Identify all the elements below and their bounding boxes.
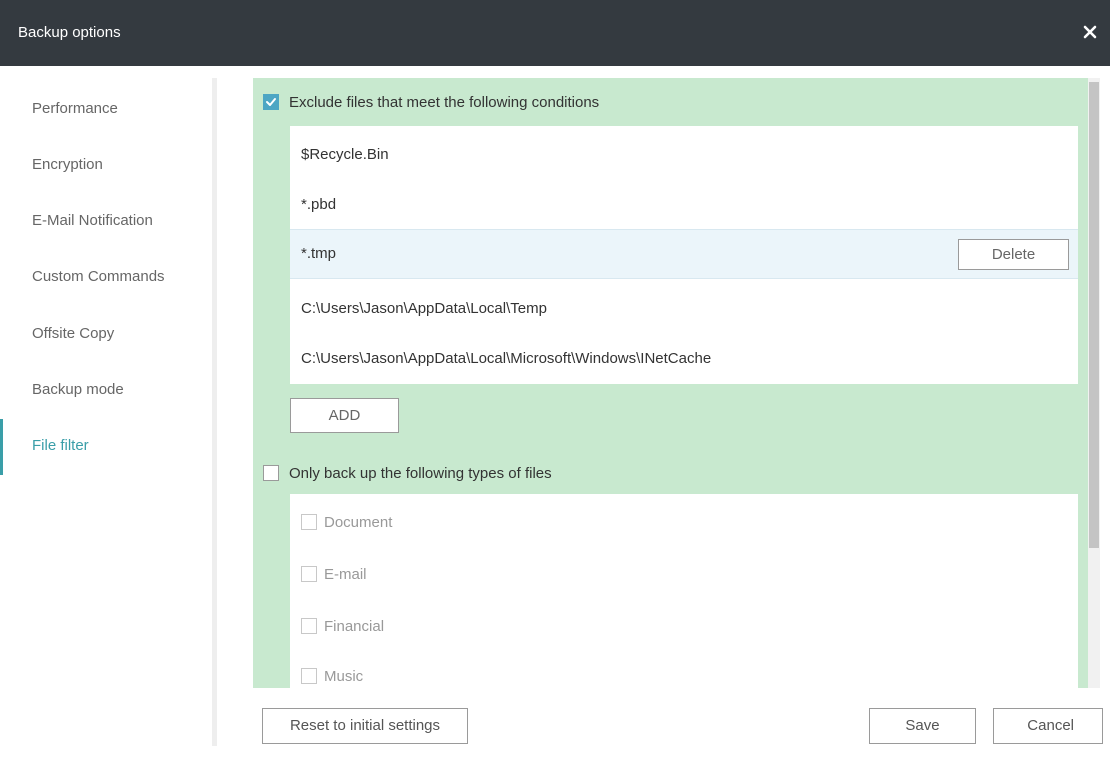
list-item[interactable]: *.pbd bbox=[290, 180, 1078, 230]
exclude-list: $Recycle.Bin *.pbd *.tmp Delete C:\Users… bbox=[290, 126, 1078, 384]
file-type-label: Financial bbox=[324, 618, 385, 635]
add-button[interactable]: ADD bbox=[290, 398, 399, 433]
file-type-document: Document bbox=[301, 510, 601, 534]
title-bar: Backup options bbox=[0, 0, 1110, 66]
list-item[interactable]: C:\Users\Jason\AppData\Local\Microsoft\W… bbox=[290, 334, 1078, 384]
sidebar-item-custom-commands[interactable]: Custom Commands bbox=[0, 250, 212, 306]
sidebar-item-offsite-copy[interactable]: Offsite Copy bbox=[0, 307, 212, 363]
sidebar-item-performance[interactable]: Performance bbox=[0, 82, 212, 138]
list-item-text: C:\Users\Jason\AppData\Local\Temp bbox=[301, 300, 547, 317]
file-type-label: E-mail bbox=[324, 566, 367, 583]
sidebar-item-label: Backup mode bbox=[32, 381, 124, 398]
file-type-label: Document bbox=[324, 514, 393, 531]
list-item-text: $Recycle.Bin bbox=[301, 146, 389, 163]
file-type-email: E-mail bbox=[301, 562, 601, 586]
list-item[interactable]: C:\Users\Jason\AppData\Local\Temp bbox=[290, 284, 1078, 334]
scrollbar-thumb[interactable] bbox=[1089, 82, 1099, 548]
file-type-checkbox bbox=[301, 566, 317, 582]
file-type-checkbox bbox=[301, 668, 317, 684]
sidebar-divider bbox=[212, 78, 217, 746]
delete-button[interactable]: Delete bbox=[958, 239, 1069, 270]
list-item-text: C:\Users\Jason\AppData\Local\Microsoft\W… bbox=[301, 350, 712, 367]
sidebar-item-file-filter[interactable]: File filter bbox=[0, 419, 212, 475]
sidebar-item-label: Offsite Copy bbox=[32, 325, 115, 342]
close-button[interactable] bbox=[1078, 19, 1102, 45]
only-types-label: Only back up the following types of file… bbox=[289, 465, 552, 482]
only-types-checkbox[interactable] bbox=[263, 465, 279, 481]
file-types-list: Document E-mail Financial Music bbox=[290, 494, 1078, 690]
sidebar-item-encryption[interactable]: Encryption bbox=[0, 138, 212, 194]
file-type-music: Music bbox=[301, 664, 601, 688]
close-icon bbox=[1083, 25, 1097, 39]
list-item-text: *.tmp bbox=[301, 245, 337, 262]
file-type-financial: Financial bbox=[301, 614, 601, 638]
sidebar-item-label: Custom Commands bbox=[32, 268, 165, 285]
sidebar: Performance Encryption E-Mail Notificati… bbox=[0, 66, 212, 774]
sidebar-item-label: Encryption bbox=[32, 156, 103, 173]
save-button[interactable]: Save bbox=[869, 708, 976, 744]
file-type-checkbox bbox=[301, 514, 317, 530]
file-type-label: Music bbox=[324, 668, 364, 685]
sidebar-item-label: File filter bbox=[32, 437, 89, 454]
exclude-label: Exclude files that meet the following co… bbox=[289, 94, 600, 111]
checkmark-icon bbox=[266, 98, 276, 106]
window-title: Backup options bbox=[18, 24, 121, 41]
cancel-button[interactable]: Cancel bbox=[993, 708, 1103, 744]
file-type-checkbox bbox=[301, 618, 317, 634]
list-item-text: *.pbd bbox=[301, 196, 337, 213]
reset-button[interactable]: Reset to initial settings bbox=[262, 708, 468, 744]
exclude-checkbox[interactable] bbox=[263, 94, 279, 110]
list-item-selected[interactable]: *.tmp Delete bbox=[290, 229, 1078, 279]
sidebar-item-label: E-Mail Notification bbox=[32, 212, 153, 229]
sidebar-item-label: Performance bbox=[32, 100, 118, 117]
list-item[interactable]: $Recycle.Bin bbox=[290, 130, 1078, 180]
sidebar-item-email-notification[interactable]: E-Mail Notification bbox=[0, 194, 212, 250]
sidebar-item-backup-mode[interactable]: Backup mode bbox=[0, 363, 212, 419]
